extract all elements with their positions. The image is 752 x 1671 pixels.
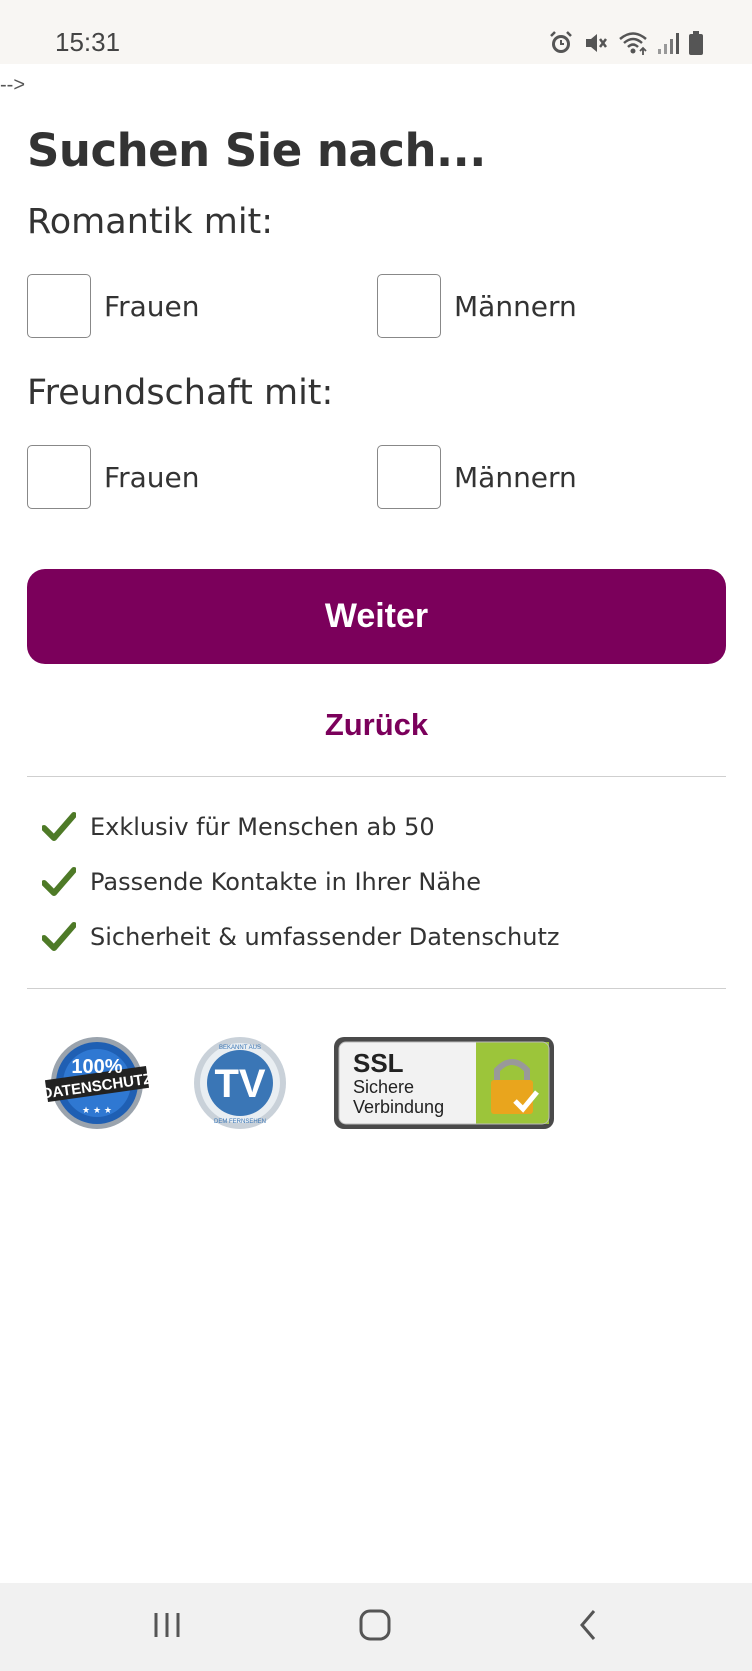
signal-icon	[657, 31, 679, 55]
romance-group-label: Romantik mit:	[27, 202, 274, 242]
divider	[27, 988, 726, 989]
checkbox-label: Männern	[454, 460, 577, 494]
feature-item: Exklusiv für Menschen ab 50	[42, 812, 435, 842]
status-time: 15:31	[55, 27, 121, 57]
tv-badge-ring-top: BEKANNT AUS	[219, 1045, 261, 1051]
wifi-icon	[618, 30, 648, 56]
home-icon[interactable]	[358, 1605, 392, 1649]
checkbox-box[interactable]	[377, 445, 441, 509]
ssl-badge: SSL Sichere Verbindung	[333, 1036, 555, 1134]
checkmark-icon	[42, 812, 76, 842]
privacy-badge: 100% DATENSCHUTZ ★ ★ ★	[41, 1035, 153, 1135]
continue-button[interactable]: Weiter	[27, 569, 726, 664]
checkbox-label: Frauen	[104, 460, 200, 494]
feature-item: Sicherheit & umfassender Datenschutz	[42, 922, 559, 952]
divider	[27, 776, 726, 777]
battery-icon	[688, 30, 704, 56]
page-title: Suchen Sie nach...	[27, 124, 486, 177]
ssl-badge-line3: Verbindung	[353, 1097, 444, 1117]
checkmark-icon	[42, 867, 76, 897]
checkbox-box[interactable]	[27, 274, 91, 338]
checkbox-label: Frauen	[104, 289, 200, 323]
status-icons	[548, 28, 704, 58]
checkmark-icon	[42, 922, 76, 952]
tv-badge: TV BEKANNT AUS DEM FERNSEHEN	[192, 1035, 288, 1135]
friendship-men-checkbox[interactable]: Männern	[377, 445, 577, 509]
back-link[interactable]: Zurück	[27, 700, 726, 750]
checkbox-box[interactable]	[27, 445, 91, 509]
alarm-icon	[548, 30, 574, 56]
svg-text:★ ★ ★: ★ ★ ★	[82, 1106, 112, 1116]
tv-badge-ring-bottom: DEM FERNSEHEN	[214, 1119, 266, 1125]
stray-text: -->	[0, 74, 25, 96]
checkbox-label: Männern	[454, 289, 577, 323]
friendship-women-checkbox[interactable]: Frauen	[27, 445, 199, 509]
back-icon[interactable]	[574, 1605, 604, 1649]
feature-text: Exklusiv für Menschen ab 50	[90, 813, 435, 841]
checkbox-box[interactable]	[377, 274, 441, 338]
friendship-group-label: Freundschaft mit:	[27, 373, 334, 413]
romance-men-checkbox[interactable]: Männern	[377, 274, 577, 338]
tv-badge-main: TV	[214, 1062, 265, 1106]
system-nav-bar	[0, 1583, 752, 1671]
status-bar: 15:31	[0, 0, 752, 64]
mute-icon	[583, 30, 609, 56]
feature-text: Passende Kontakte in Ihrer Nähe	[90, 868, 482, 896]
ssl-badge-line2: Sichere	[353, 1077, 414, 1097]
recent-apps-icon[interactable]	[152, 1605, 182, 1649]
romance-women-checkbox[interactable]: Frauen	[27, 274, 199, 338]
feature-text: Sicherheit & umfassender Datenschutz	[90, 923, 560, 951]
ssl-badge-line1: SSL	[353, 1048, 404, 1078]
feature-item: Passende Kontakte in Ihrer Nähe	[42, 867, 481, 897]
